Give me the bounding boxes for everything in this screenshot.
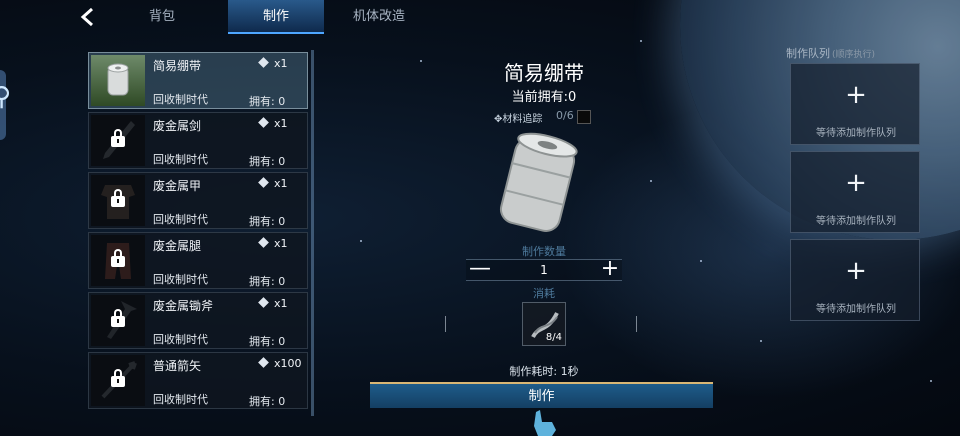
lock-icon — [111, 309, 125, 328]
search-icon[interactable]: ⚲ — [0, 82, 11, 112]
recipe-owned: 拥有: 0 — [249, 335, 286, 348]
recipe-yield: x1 — [258, 177, 288, 190]
item-thumbnail — [91, 355, 145, 406]
recipe-era: 回收制时代 — [153, 333, 208, 346]
tab-crafting[interactable]: 制作 — [228, 0, 324, 34]
top-navigation: 背包 制作 机体改造 — [0, 0, 960, 34]
item-thumbnail — [91, 295, 145, 346]
queue-slot-3[interactable]: + 等待添加制作队列 — [790, 239, 920, 321]
recipe-owned: 拥有: 0 — [249, 215, 286, 228]
craft-time: 制作耗时: 1秒 — [509, 365, 579, 378]
cube-icon — [258, 357, 269, 368]
recipe-name: 普通箭矢 — [153, 359, 202, 373]
cube-icon — [258, 297, 269, 308]
material-count: 8/4 — [545, 332, 562, 343]
bandage-roll-icon — [107, 63, 129, 96]
craft-queue-title: 制作队列 (顺序执行) — [786, 47, 876, 60]
consume-label: 消耗 — [533, 287, 555, 300]
recipe-yield: x1 — [258, 237, 288, 250]
recipe-item-scrap-armor[interactable]: 废金属甲 x1 回收制时代 拥有: 0 — [88, 172, 308, 229]
item-title: 简易绷带 — [504, 61, 584, 85]
item-owned-count: 当前拥有:0 — [511, 90, 577, 105]
cube-icon — [258, 177, 269, 188]
craft-quantity-label: 制作数量 — [522, 245, 566, 258]
item-thumbnail — [91, 55, 145, 106]
queue-slot-1[interactable]: + 等待添加制作队列 — [790, 63, 920, 145]
recipe-era: 回收制时代 — [153, 393, 208, 406]
plus-icon: + — [845, 256, 867, 286]
recipe-name: 废金属剑 — [153, 119, 202, 133]
recipe-era: 回收制时代 — [153, 153, 208, 166]
cube-icon — [258, 237, 269, 248]
queue-slot-label: 等待添加制作队列 — [816, 128, 896, 139]
material-slot[interactable]: 8/4 — [522, 302, 566, 346]
consume-divider-left — [445, 316, 446, 332]
back-button[interactable] — [78, 6, 102, 30]
recipe-owned: 拥有: 0 — [249, 275, 286, 288]
queue-slot-label: 等待添加制作队列 — [816, 304, 896, 315]
item-thumbnail — [91, 115, 145, 166]
lock-icon — [111, 189, 125, 208]
recipe-list-scrollbar[interactable] — [311, 50, 314, 416]
minus-button[interactable]: — — [468, 257, 492, 281]
cube-icon — [258, 57, 269, 68]
recipe-yield: x1 — [258, 117, 288, 130]
recipe-name: 废金属腿 — [153, 239, 202, 253]
queue-slot-label: 等待添加制作队列 — [816, 216, 896, 227]
recipe-owned: 拥有: 0 — [249, 395, 286, 408]
recipe-name: 废金属甲 — [153, 179, 202, 193]
recipe-item-scrap-pickaxe[interactable]: 废金属锄斧 x1 回收制时代 拥有: 0 — [88, 292, 308, 349]
pointing-hand-icon — [534, 410, 556, 436]
plus-icon: + — [845, 168, 867, 198]
recipe-yield: x1 — [258, 297, 288, 310]
material-tracking-count: 0/6 — [556, 109, 574, 122]
consume-divider-right — [636, 316, 637, 332]
cube-icon — [258, 117, 269, 128]
quantity-stepper: — 1 + — [466, 257, 622, 281]
item-thumbnail — [91, 175, 145, 226]
tab-backpack[interactable]: 背包 — [120, 0, 204, 34]
bandage-roll-illustration — [499, 132, 578, 232]
lock-icon — [111, 129, 125, 148]
recipe-list[interactable]: 简易绷带 x1 回收制时代 拥有: 0 废金属剑 x1 回收制时代 拥有: 0 … — [86, 50, 310, 416]
recipe-item-scrap-sword[interactable]: 废金属剑 x1 回收制时代 拥有: 0 — [88, 112, 308, 169]
recipe-era: 回收制时代 — [153, 213, 208, 226]
material-tracking-label: ✥材料追踪 — [494, 114, 543, 125]
lock-icon — [111, 369, 125, 388]
recipe-yield: x100 — [258, 357, 302, 370]
recipe-era: 回收制时代 — [153, 273, 208, 286]
recipe-name: 简易绷带 — [153, 59, 202, 73]
item-thumbnail — [91, 235, 145, 286]
queue-slot-2[interactable]: + 等待添加制作队列 — [790, 151, 920, 233]
chevron-left-icon — [80, 7, 93, 27]
recipe-owned: 拥有: 0 — [249, 155, 286, 168]
recipe-item-simple-bandage[interactable]: 简易绷带 x1 回收制时代 拥有: 0 — [88, 52, 308, 109]
recipe-item-arrows[interactable]: 普通箭矢 x100 回收制时代 拥有: 0 — [88, 352, 308, 409]
lock-icon — [111, 249, 125, 268]
recipe-yield: x1 — [258, 57, 288, 70]
plus-icon: + — [845, 80, 867, 110]
recipe-era: 回收制时代 — [153, 93, 208, 106]
material-tracking-checkbox[interactable] — [577, 110, 591, 124]
plus-button[interactable]: + — [598, 257, 622, 281]
recipe-owned: 拥有: 0 — [249, 95, 286, 108]
tab-mech-modification[interactable]: 机体改造 — [334, 0, 424, 34]
recipe-item-scrap-legs[interactable]: 废金属腿 x1 回收制时代 拥有: 0 — [88, 232, 308, 289]
quantity-value[interactable]: 1 — [526, 263, 562, 277]
recipe-name: 废金属锄斧 — [153, 299, 214, 313]
craft-button[interactable]: 制作 — [370, 382, 713, 408]
